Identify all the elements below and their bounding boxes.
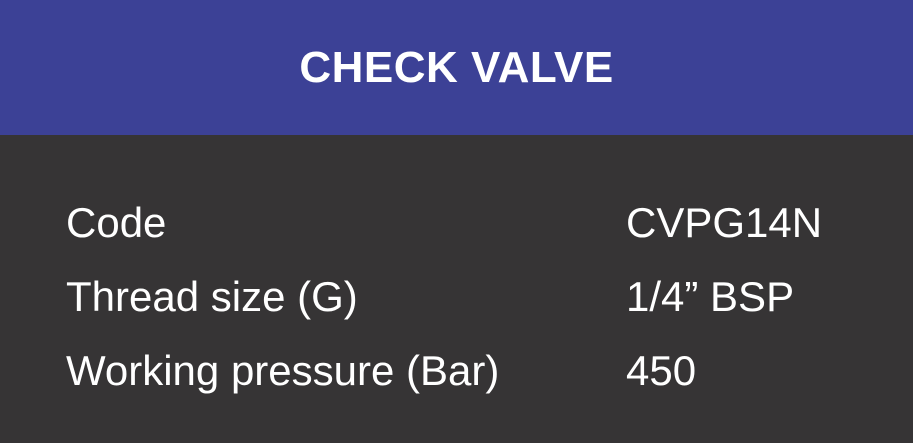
spec-value: CVPG14N xyxy=(626,199,823,246)
header-banner: CHECK VALVE xyxy=(0,0,913,135)
spec-label: Thread size (G) xyxy=(66,273,358,320)
product-spec-card: CHECK VALVE Code CVPG14N Thread size (G)… xyxy=(0,0,913,443)
spec-value: 1/4” BSP xyxy=(626,273,795,320)
product-title: CHECK VALVE xyxy=(299,42,614,92)
spec-label: Working pressure (Bar) xyxy=(66,347,500,394)
spec-value: 450 xyxy=(626,347,697,394)
spec-row-thread-size: Thread size (G) 1/4” BSP xyxy=(66,260,886,334)
spec-row-working-pressure: Working pressure (Bar) 450 xyxy=(66,334,886,408)
spec-row-code: Code CVPG14N xyxy=(66,186,886,260)
spec-table: Code CVPG14N Thread size (G) 1/4” BSP Wo… xyxy=(66,186,886,408)
spec-label: Code xyxy=(66,199,167,246)
